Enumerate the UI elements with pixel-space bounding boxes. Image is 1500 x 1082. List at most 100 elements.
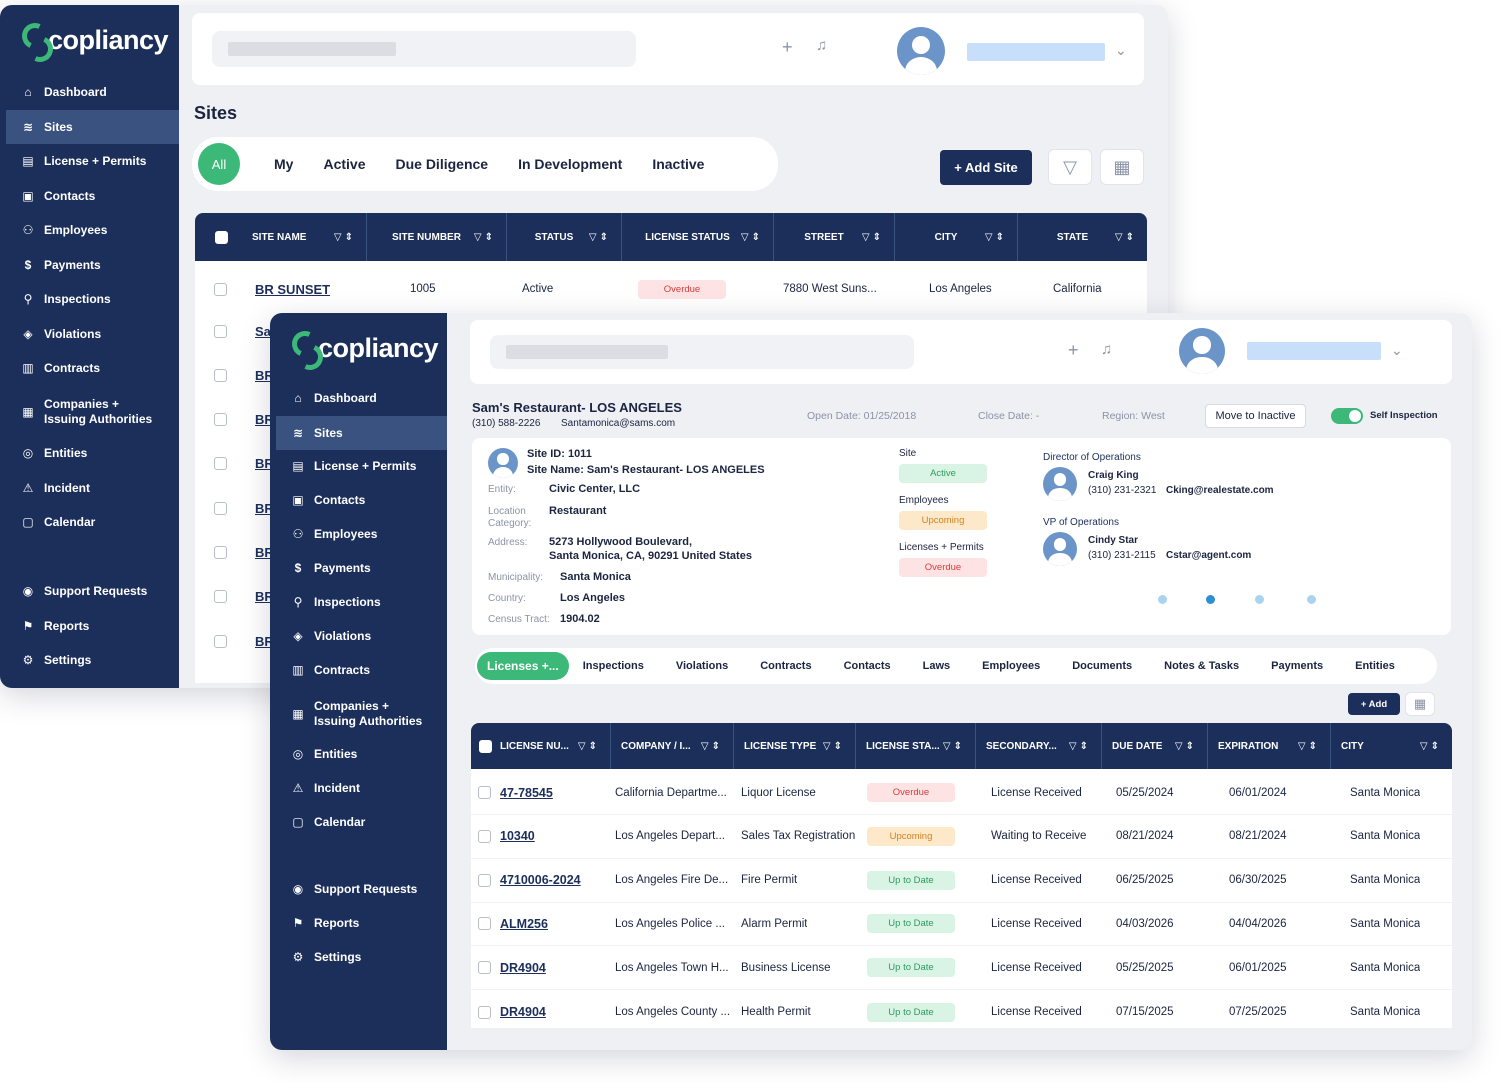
cell-num[interactable]: DR4904 [500,1005,546,1019]
chevron-down-icon[interactable]: ⌄ [1391,342,1403,359]
sidebar-item-violations[interactable]: ◈ Violations [6,317,179,351]
column-street[interactable]: STREET ▽⇕ [774,213,895,261]
column-city[interactable]: CITY ▽⇕ [1331,723,1452,769]
filter-sort-icon[interactable]: ▽⇕ [589,232,611,243]
row-checkbox[interactable] [214,501,227,515]
sidebar-item-calendar[interactable]: ▢ Calendar [6,505,179,539]
row-checkbox[interactable] [214,546,227,559]
row-checkbox[interactable] [478,961,491,975]
filter-icon[interactable]: ▽ [1048,149,1092,185]
logo[interactable]: copliancy [292,331,439,365]
column-company-i[interactable]: COMPANY / I... ▽⇕ [611,723,734,769]
filter-sort-icon[interactable]: ▽⇕ [701,741,723,752]
contact-email[interactable]: Cstar@agent.com [1166,550,1251,561]
row-checkbox[interactable] [478,786,491,799]
row-checkbox[interactable] [214,282,227,296]
row-checkbox[interactable] [214,590,227,604]
logo[interactable]: copliancy [22,23,169,57]
site-email[interactable]: Santamonica@sams.com [561,418,675,429]
column-license-sta[interactable]: LICENSE STA... ▽⇕ [856,723,976,769]
sidebar-item-license-permits[interactable]: ▤ License + Permits [6,144,179,178]
sidebar-item-dashboard[interactable]: ⌂ Dashboard [6,75,179,109]
tab-all[interactable]: All [198,143,240,185]
row-checkbox[interactable] [478,829,491,843]
tab-payments[interactable]: Payments [1271,660,1323,672]
tab-contacts[interactable]: Contacts [844,660,891,672]
sidebar-item-support-requests[interactable]: ◉ Support Requests [6,574,179,608]
filter-sort-icon[interactable]: ▽⇕ [1175,741,1197,752]
filter-sort-icon[interactable]: ▽⇕ [1115,232,1137,243]
column-expiration[interactable]: EXPIRATION ▽⇕ [1208,723,1331,769]
filter-sort-icon[interactable]: ▽⇕ [862,232,884,243]
tab-in-development[interactable]: In Development [518,156,622,172]
select-all-checkbox[interactable] [479,739,492,753]
add-license-button[interactable]: + Add [1348,693,1400,715]
sidebar-item-incident[interactable]: ⚠ Incident [6,471,179,505]
filter-sort-icon[interactable]: ▽⇕ [334,232,356,243]
self-inspection-toggle[interactable] [1331,408,1363,424]
chevron-down-icon[interactable]: ⌄ [1115,42,1127,59]
column-site-number[interactable]: SITE NUMBER ▽⇕ [367,213,507,261]
sidebar-item-sites[interactable]: ≋ Sites [6,110,179,144]
cell-num[interactable]: ALM256 [500,917,548,931]
row-checkbox[interactable] [214,413,227,427]
filter-sort-icon[interactable]: ▽⇕ [1069,741,1091,752]
carousel-dot-active[interactable] [1206,595,1215,604]
columns-icon[interactable]: ▦ [1100,149,1144,185]
filter-sort-icon[interactable]: ▽⇕ [474,232,496,243]
filter-sort-icon[interactable]: ▽⇕ [943,741,965,752]
sidebar-item-contracts[interactable]: ▥ Contracts [276,653,447,687]
bell-icon[interactable]: ♫ [1101,341,1112,358]
carousel-dot[interactable] [1158,595,1167,604]
plus-icon[interactable]: + [1068,340,1079,361]
sidebar-item-entities[interactable]: ◎ Entities [6,436,179,470]
sidebar-item-calendar[interactable]: ▢ Calendar [276,805,447,839]
sidebar-item-contacts[interactable]: ▣ Contacts [276,483,447,517]
tab-documents[interactable]: Documents [1072,660,1132,672]
column-state[interactable]: STATE ▽⇕ [1018,213,1147,261]
sidebar-item-contacts[interactable]: ▣ Contacts [6,179,179,213]
cell-name[interactable]: BR SUNSET [255,282,330,297]
sidebar-item-support-requests[interactable]: ◉ Support Requests [276,872,447,906]
filter-sort-icon[interactable]: ▽⇕ [985,232,1007,243]
plus-icon[interactable]: + [782,37,793,58]
columns-icon[interactable]: ▦ [1405,692,1435,716]
row-checkbox[interactable] [214,324,227,338]
tab-entities[interactable]: Entities [1355,660,1395,672]
column-license-nu[interactable]: LICENSE NU... ▽⇕ [471,723,611,769]
sidebar-item-violations[interactable]: ◈ Violations [276,619,447,653]
cell-num[interactable]: 4710006-2024 [500,873,581,887]
sidebar-item-reports[interactable]: ⚑ Reports [276,906,447,940]
add-site-button[interactable]: + Add Site [940,150,1032,185]
column-status[interactable]: STATUS ▽⇕ [507,213,622,261]
filter-sort-icon[interactable]: ▽⇕ [578,741,600,752]
sidebar-item-inspections[interactable]: ⚲ Inspections [6,282,179,316]
tab-inactive[interactable]: Inactive [652,156,704,172]
column-license-type[interactable]: LICENSE TYPE ▽⇕ [734,723,856,769]
search-input[interactable] [212,31,636,67]
sidebar-item-license-permits[interactable]: ▤ License + Permits [276,449,447,483]
cell-num[interactable]: DR4904 [500,961,546,975]
filter-sort-icon[interactable]: ▽⇕ [1298,741,1320,752]
sidebar-item-settings[interactable]: ⚙ Settings [6,643,179,677]
column-license-status[interactable]: LICENSE STATUS ▽⇕ [622,213,774,261]
column-city[interactable]: CITY ▽⇕ [895,213,1018,261]
tab-due-diligence[interactable]: Due Diligence [395,156,488,172]
row-checkbox[interactable] [478,1005,491,1019]
tab-notes-tasks[interactable]: Notes & Tasks [1164,660,1239,672]
sidebar-item-entities[interactable]: ◎ Entities [276,737,447,771]
sidebar-item-contracts[interactable]: ▥ Contracts [6,351,179,385]
cell-num[interactable]: 10340 [500,829,535,843]
sidebar-item-payments[interactable]: $ Payments [6,248,179,282]
avatar[interactable] [1179,328,1225,374]
tab-contracts[interactable]: Contracts [760,660,811,672]
filter-sort-icon[interactable]: ▽⇕ [823,741,845,752]
filter-sort-icon[interactable]: ▽⇕ [1420,741,1442,752]
sidebar-item-dashboard[interactable]: ⌂ Dashboard [276,381,447,415]
column-secondary[interactable]: SECONDARY... ▽⇕ [976,723,1102,769]
sidebar-item-reports[interactable]: ⚑ Reports [6,609,179,643]
tab-licenses[interactable]: Licenses +... [477,652,569,680]
sidebar-item-companies[interactable]: ▦ Companies + Issuing Authorities [276,695,447,733]
filter-sort-icon[interactable]: ▽⇕ [741,232,763,243]
sidebar-item-payments[interactable]: $ Payments [276,551,447,585]
